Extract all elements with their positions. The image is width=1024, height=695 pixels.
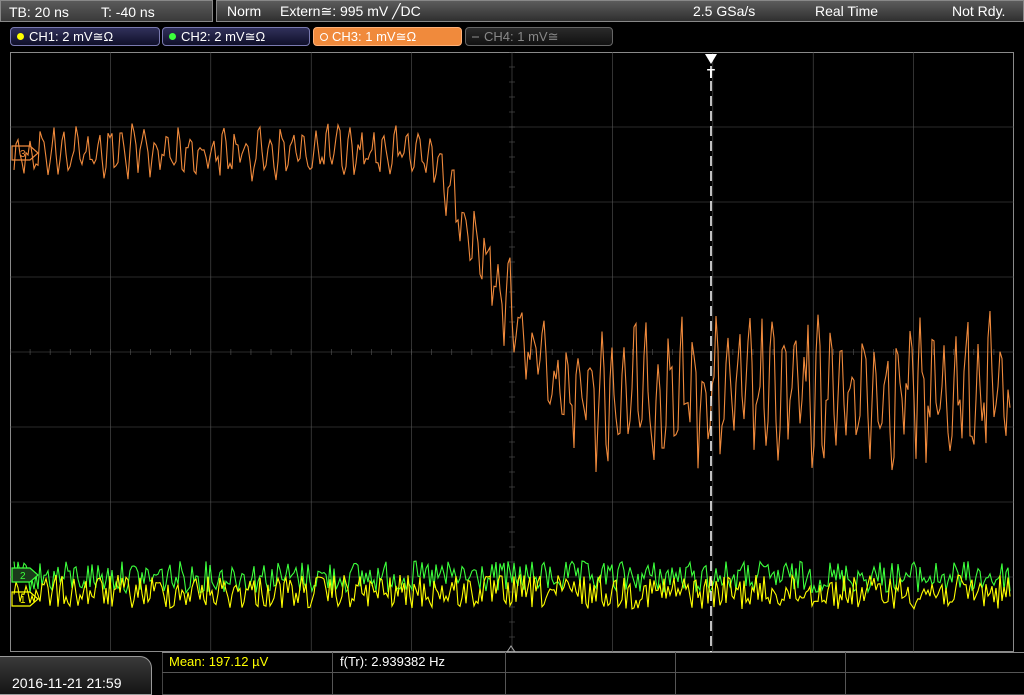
sample-rate-label: 2.5 GSa/s <box>693 3 756 19</box>
ch3-label: CH3: 1 mV≅Ω <box>332 29 417 44</box>
ch4-indicator-icon <box>472 36 479 38</box>
ch1-indicator-icon <box>17 33 24 40</box>
trigger-time-label: T: -40 ns <box>101 4 155 20</box>
frequency-measurement: f(Tr): 2.939382 Hz <box>340 654 446 669</box>
channel-tab-ch4[interactable]: CH4: 1 mV≅ <box>465 27 613 46</box>
trigger-mode-label: Norm <box>227 3 262 19</box>
channel-tab-ch2[interactable]: CH2: 2 mV≅Ω <box>162 27 310 46</box>
channel-tab-ch1[interactable]: CH1: 2 mV≅Ω <box>10 27 160 46</box>
trigger-marker: T <box>707 66 715 81</box>
ch3-marker-text: 3 <box>20 149 26 160</box>
acquisition-mode-label: Real Time <box>815 3 879 19</box>
trigger-source-label: Extern≅: 995 mV ╱DC <box>280 3 421 19</box>
timebase-panel[interactable]: TB: 20 ns T: -40 ns <box>0 0 213 22</box>
status-bar: TB: 20 ns T: -40 ns Norm Extern≅: 995 mV… <box>0 0 1024 24</box>
ch2-marker-text: 2 <box>20 571 26 582</box>
status-label: Not Rdy. <box>952 3 1006 19</box>
measurement-panel[interactable]: Mean: 197.12 µV f(Tr): 2.939382 Hz <box>162 652 1024 695</box>
ch1-marker-text: 1 <box>20 595 26 606</box>
ch1-label: CH1: 2 mV≅Ω <box>29 29 114 44</box>
channel-tab-bar: CH1: 2 mV≅Ω CH2: 2 mV≅Ω CH3: 1 mV≅Ω CH4:… <box>0 24 1024 50</box>
waveform-display[interactable]: T 3 2 1 <box>9 51 1015 653</box>
timebase-label: TB: 20 ns <box>9 4 69 20</box>
ch2-label: CH2: 2 mV≅Ω <box>181 29 266 44</box>
ch2-indicator-icon <box>169 33 176 40</box>
datetime-label: 2016-11-21 21:59 <box>12 675 122 691</box>
measurement-grid <box>162 652 1024 695</box>
ch3-indicator-icon <box>320 33 328 41</box>
ch4-label: CH4: 1 mV≅ <box>484 29 559 44</box>
bottom-bar: 2016-11-21 21:59 Mean: 197.12 µV f(Tr): … <box>0 652 1024 695</box>
trigger-panel[interactable]: Norm Extern≅: 995 mV ╱DC 2.5 GSa/s Real … <box>216 0 1024 22</box>
waveform-svg: T 3 2 1 <box>9 51 1015 653</box>
datetime-box: 2016-11-21 21:59 <box>0 656 152 695</box>
mean-measurement: Mean: 197.12 µV <box>169 654 269 669</box>
channel-tab-ch3[interactable]: CH3: 1 mV≅Ω <box>313 27 462 46</box>
